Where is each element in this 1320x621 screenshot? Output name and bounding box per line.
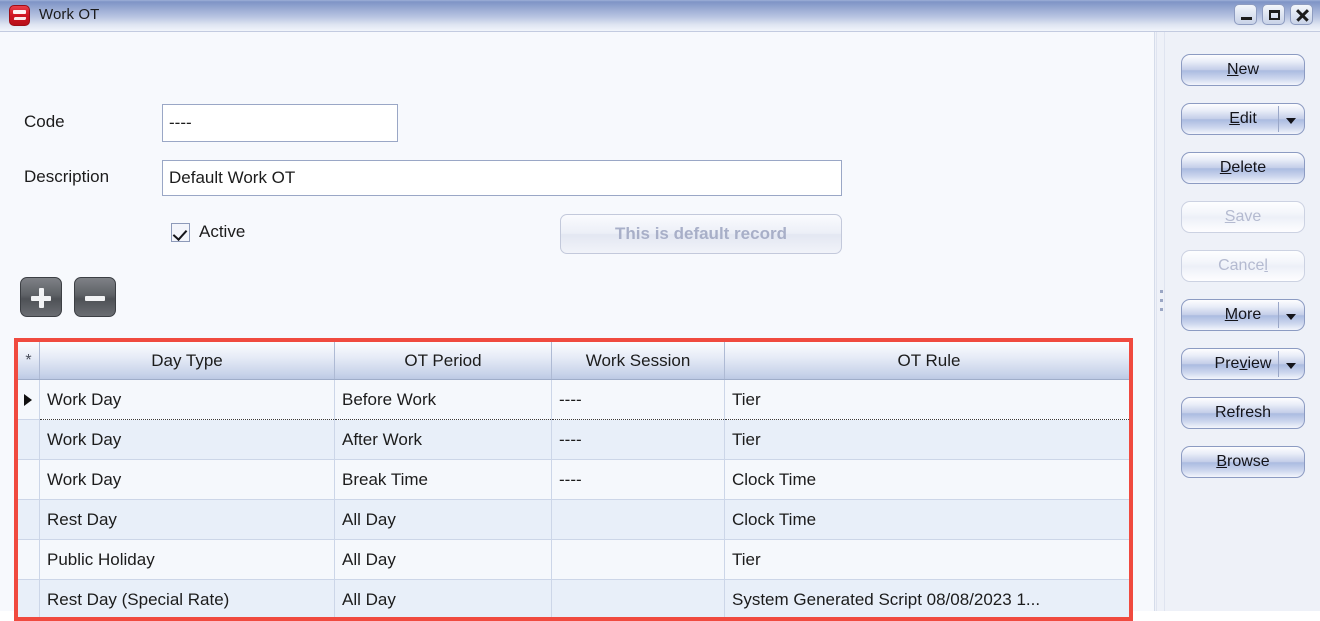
cell-day-type[interactable]: Work Day	[39, 379, 335, 420]
window-controls	[1234, 4, 1313, 25]
column-header-work-session[interactable]: Work Session	[551, 342, 725, 380]
row-selector-header: *	[18, 342, 40, 380]
app-red-icon	[9, 5, 30, 26]
work-ot-window: Work OT Code ---- Description Default Wo…	[0, 0, 1320, 621]
cell-ot-period[interactable]: Before Work	[334, 379, 552, 420]
close-icon[interactable]	[1290, 4, 1313, 25]
cancel-button-label: Cancel	[1218, 257, 1268, 274]
column-header-day-type[interactable]: Day Type	[39, 342, 335, 380]
delete-button[interactable]: Delete	[1181, 152, 1305, 184]
minimize-icon[interactable]	[1234, 4, 1257, 25]
cell-day-type[interactable]: Work Day	[39, 419, 335, 460]
cell-ot-period[interactable]: All Day	[334, 579, 552, 617]
maximize-icon[interactable]	[1262, 4, 1285, 25]
new-button[interactable]: New	[1181, 54, 1305, 86]
more-button[interactable]: More	[1181, 299, 1305, 331]
panel-splitter[interactable]	[1156, 32, 1165, 611]
table-row[interactable]: Work Day Break Time ---- Clock Time	[18, 459, 1129, 500]
window-title: Work OT	[39, 6, 100, 23]
ot-grid[interactable]: * Day Type OT Period Work Session OT Rul…	[18, 342, 1129, 617]
cell-ot-period[interactable]: After Work	[334, 419, 552, 460]
chevron-down-icon[interactable]	[1286, 118, 1296, 124]
cell-ot-rule[interactable]: Tier	[724, 419, 1129, 460]
description-input[interactable]: Default Work OT	[162, 160, 842, 196]
column-header-ot-period[interactable]: OT Period	[334, 342, 552, 380]
cell-work-session[interactable]: ----	[551, 419, 725, 460]
delete-button-label: Delete	[1219, 159, 1267, 176]
table-row[interactable]: Rest Day (Special Rate) All Day System G…	[18, 579, 1129, 617]
cell-day-type[interactable]: Rest Day	[39, 499, 335, 540]
action-button-panel: New Edit Delete Save Cancel More Preview…	[1165, 32, 1320, 611]
cell-day-type[interactable]: Rest Day (Special Rate)	[39, 579, 335, 617]
edit-button-label: Edit	[1229, 110, 1257, 127]
row-indicator[interactable]	[18, 379, 40, 420]
description-label: Description	[24, 167, 110, 186]
save-button-label: Save	[1224, 208, 1262, 225]
edit-button[interactable]: Edit	[1181, 103, 1305, 135]
ot-grid-highlight: * Day Type OT Period Work Session OT Rul…	[14, 338, 1133, 621]
cell-work-session[interactable]: ----	[551, 379, 725, 420]
ot-table: * Day Type OT Period Work Session OT Rul…	[18, 342, 1129, 617]
cell-ot-rule[interactable]: Tier	[724, 539, 1129, 580]
preview-button-label: Preview	[1214, 355, 1272, 372]
title-bar: Work OT	[0, 0, 1320, 32]
new-button-label: New	[1226, 61, 1259, 78]
table-row[interactable]: Rest Day All Day Clock Time	[18, 499, 1129, 540]
active-checkbox-group[interactable]: Active	[171, 222, 245, 242]
current-row-arrow-icon	[24, 394, 32, 406]
cancel-button: Cancel	[1181, 250, 1305, 282]
add-row-button[interactable]	[20, 277, 62, 317]
asterisk-icon: *	[25, 352, 32, 369]
save-button: Save	[1181, 201, 1305, 233]
active-checkbox[interactable]	[171, 222, 190, 242]
chevron-down-icon[interactable]	[1286, 363, 1296, 369]
code-input[interactable]: ----	[162, 104, 398, 142]
main-content: Code ---- Description Default Work OT Ac…	[0, 32, 1155, 621]
chevron-down-icon[interactable]	[1286, 314, 1296, 320]
cell-ot-period[interactable]: Break Time	[334, 459, 552, 500]
table-row[interactable]: Public Holiday All Day Tier	[18, 539, 1129, 580]
browse-button-label: Browse	[1216, 453, 1270, 470]
cell-work-session[interactable]	[551, 579, 725, 617]
active-label: Active	[199, 222, 246, 241]
row-indicator[interactable]	[18, 499, 40, 540]
remove-row-button[interactable]	[74, 277, 116, 317]
cell-ot-period[interactable]: All Day	[334, 539, 552, 580]
code-label: Code	[24, 112, 65, 131]
cell-ot-rule[interactable]: System Generated Script 08/08/2023 1...	[724, 579, 1129, 617]
preview-button[interactable]: Preview	[1181, 348, 1305, 380]
column-header-ot-rule[interactable]: OT Rule	[724, 342, 1129, 380]
row-indicator[interactable]	[18, 459, 40, 500]
cell-day-type[interactable]: Public Holiday	[39, 539, 335, 580]
cell-ot-rule[interactable]: Clock Time	[724, 499, 1129, 540]
more-button-label: More	[1224, 306, 1262, 323]
refresh-button-label: Refresh	[1214, 404, 1272, 421]
default-record-button: This is default record	[560, 214, 842, 254]
cell-work-session[interactable]: ----	[551, 459, 725, 500]
cell-day-type[interactable]: Work Day	[39, 459, 335, 500]
cell-ot-period[interactable]: All Day	[334, 499, 552, 540]
table-header-row: * Day Type OT Period Work Session OT Rul…	[18, 342, 1129, 380]
row-indicator[interactable]	[18, 539, 40, 580]
cell-ot-rule[interactable]: Tier	[724, 379, 1129, 420]
cell-ot-rule[interactable]: Clock Time	[724, 459, 1129, 500]
refresh-button[interactable]: Refresh	[1181, 397, 1305, 429]
cell-work-session[interactable]	[551, 499, 725, 540]
row-indicator[interactable]	[18, 579, 40, 617]
table-row[interactable]: Work Day Before Work ---- Tier	[18, 379, 1129, 420]
cell-work-session[interactable]	[551, 539, 725, 580]
table-row[interactable]: Work Day After Work ---- Tier	[18, 419, 1129, 460]
browse-button[interactable]: Browse	[1181, 446, 1305, 478]
row-indicator[interactable]	[18, 419, 40, 460]
